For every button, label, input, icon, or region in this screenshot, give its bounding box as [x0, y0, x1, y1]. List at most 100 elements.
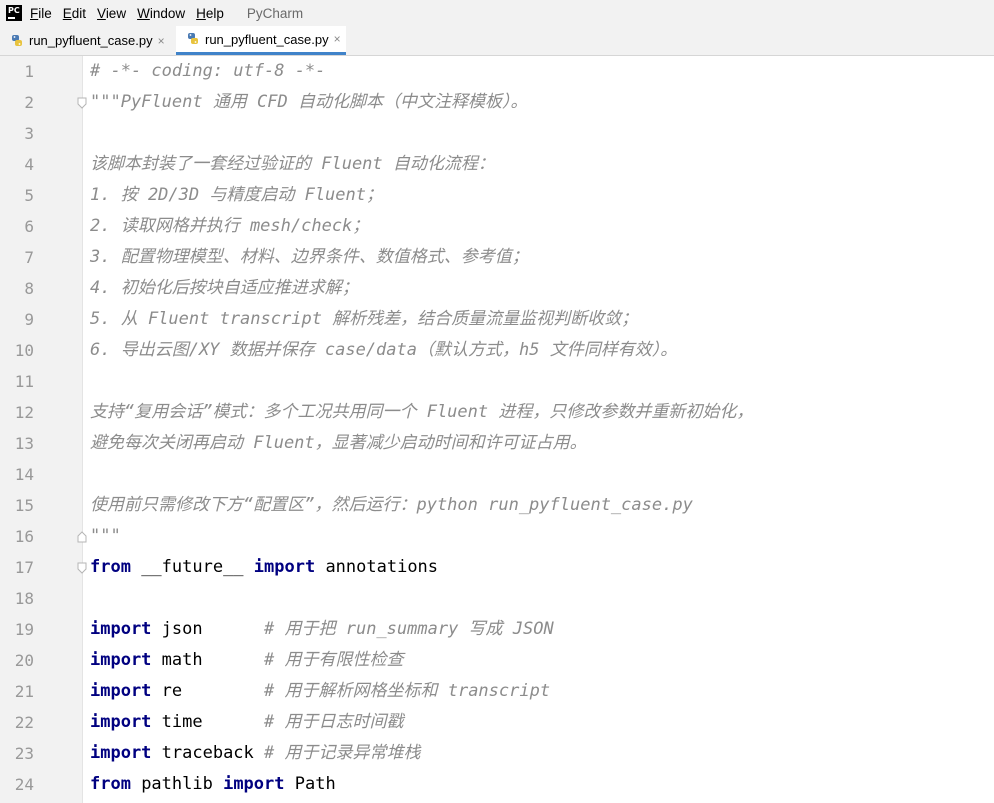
- fold-marker-icon[interactable]: [77, 562, 87, 574]
- menu-window-mnemonic: W: [137, 5, 150, 21]
- menu-file-label: ile: [38, 5, 52, 21]
- line-number: 16: [14, 527, 34, 546]
- line-number: 5: [24, 186, 34, 205]
- keyword-token: import: [90, 743, 152, 763]
- code-line[interactable]: import math # 用于有限性检查: [90, 645, 404, 676]
- code-line[interactable]: import time # 用于日志时间戳: [90, 707, 404, 738]
- line-number-gutter[interactable]: 1 2 3 4 5 6 7 8 9 10 11 12 13 14 15 16 17 18 19 20 21 22 23 24: [0, 56, 83, 803]
- code-line[interactable]: from __future__ import annotations: [90, 552, 438, 583]
- line-number: 2: [24, 93, 34, 112]
- code-line[interactable]: 支持“复用会话”模式：多个工况共用同一个 Fluent 进程，只修改参数并重新初…: [90, 397, 753, 428]
- code-line[interactable]: """PyFluent 通用 CFD 自动化脚本（中文注释模板）。: [90, 87, 528, 118]
- code-line[interactable]: 6. 导出云图/XY 数据并保存 case/data（默认方式，h5 文件同样有…: [90, 335, 677, 366]
- comment-token: # -*- coding: utf-8 -*-: [90, 61, 326, 81]
- menu-view[interactable]: View: [97, 6, 126, 21]
- keyword-token: import: [90, 650, 152, 670]
- editor-tab-2[interactable]: run_pyfluent_case.py ×: [176, 26, 346, 55]
- code-line[interactable]: from pathlib import Path: [90, 769, 336, 800]
- identifier-token: time: [151, 712, 265, 732]
- line-number: 12: [14, 403, 34, 422]
- line-number: 7: [24, 248, 34, 267]
- menu-edit-mnemonic: E: [62, 5, 72, 21]
- identifier-token: Path: [284, 774, 336, 794]
- line-number: 17: [14, 558, 34, 577]
- code-line[interactable]: import json # 用于把 run_summary 写成 JSON: [90, 614, 554, 645]
- tab-label: run_pyfluent_case.py: [29, 33, 153, 48]
- menu-help-mnemonic: H: [196, 5, 206, 21]
- menu-help[interactable]: Help: [196, 6, 224, 21]
- keyword-token: import: [90, 681, 152, 701]
- line-number: 19: [14, 620, 34, 639]
- code-line[interactable]: """: [90, 521, 121, 552]
- identifier-token: re: [151, 681, 265, 701]
- code-line[interactable]: 5. 从 Fluent transcript 解析残差，结合质量流量监视判断收敛…: [90, 304, 638, 335]
- comment-token: 该脚本封装了一套经过验证的 Fluent 自动化流程：: [90, 154, 495, 174]
- line-number: 9: [24, 310, 34, 329]
- comment-token: 3. 配置物理模型、材料、边界条件、数值格式、参考值；: [90, 247, 529, 267]
- menu-view-label: iew: [105, 5, 127, 21]
- comment-token: """: [90, 526, 121, 546]
- line-number: 24: [14, 775, 34, 794]
- close-icon[interactable]: ×: [158, 34, 165, 48]
- line-number: 22: [14, 713, 34, 732]
- tab-label: run_pyfluent_case.py: [205, 31, 329, 47]
- code-line[interactable]: import traceback # 用于记录异常堆栈: [90, 738, 421, 769]
- comment-token: 2. 读取网格并执行 mesh/check；: [90, 216, 370, 236]
- line-number: 8: [24, 279, 34, 298]
- fold-marker-icon[interactable]: [77, 97, 87, 109]
- comment-token: 支持“复用会话”模式：多个工况共用同一个 Fluent 进程，只修改参数并重新初…: [90, 402, 754, 422]
- code-line[interactable]: 2. 读取网格并执行 mesh/check；: [90, 211, 369, 242]
- menu-view-mnemonic: V: [97, 5, 106, 21]
- keyword-token: from: [90, 557, 131, 577]
- code-line[interactable]: 1. 按 2D/3D 与精度启动 Fluent；: [90, 180, 383, 211]
- line-number: 10: [14, 341, 34, 360]
- line-number: 4: [24, 155, 34, 174]
- code-line[interactable]: # -*- coding: utf-8 -*-: [90, 56, 325, 87]
- comment-token: 6. 导出云图/XY 数据并保存 case/data（默认方式，h5 文件同样有…: [90, 340, 678, 360]
- line-number: 3: [24, 124, 34, 143]
- line-number: 13: [14, 434, 34, 453]
- editor-tab-bar: run_pyfluent_case.py × run_pyfluent_case…: [0, 26, 994, 56]
- logo-text: PC: [8, 6, 20, 15]
- app-title: PyCharm: [246, 5, 304, 21]
- identifier-token: __future__: [130, 557, 254, 577]
- line-number: 1: [24, 62, 34, 81]
- comment-token: # 用于日志时间戳: [264, 712, 404, 732]
- keyword-token: import: [90, 712, 152, 732]
- menu-file[interactable]: File: [30, 6, 52, 21]
- comment-token: # 用于有限性检查: [264, 650, 404, 670]
- code-line[interactable]: 使用前只需修改下方“配置区”，然后运行：python run_pyfluent_…: [90, 490, 693, 521]
- menu-bar: PC File Edit View Window Help PyCharm: [0, 0, 994, 26]
- editor-tab-1[interactable]: run_pyfluent_case.py ×: [10, 26, 170, 55]
- comment-token: # 用于记录异常堆栈: [264, 743, 421, 763]
- comment-token: # 用于解析网格坐标和 transcript: [264, 681, 551, 701]
- menu-help-label: elp: [205, 5, 224, 21]
- line-number: 14: [14, 465, 34, 484]
- menu-edit[interactable]: Edit: [63, 6, 86, 21]
- comment-token: 使用前只需修改下方“配置区”，然后运行：python run_pyfluent_…: [90, 495, 693, 515]
- code-line[interactable]: 避免每次关闭再启动 Fluent，显著减少启动时间和许可证占用。: [90, 428, 587, 459]
- code-line[interactable]: 4. 初始化后按块自适应推进求解；: [90, 273, 359, 304]
- identifier-token: math: [151, 650, 265, 670]
- identifier-token: pathlib: [130, 774, 224, 794]
- code-line[interactable]: import re # 用于解析网格坐标和 transcript: [90, 676, 550, 707]
- comment-token: 4. 初始化后按块自适应推进求解；: [90, 278, 359, 298]
- line-number: 20: [14, 651, 34, 670]
- menu-edit-label: dit: [71, 5, 87, 21]
- identifier-token: traceback: [151, 743, 265, 763]
- line-number: 6: [24, 217, 34, 236]
- close-icon[interactable]: ×: [334, 32, 341, 46]
- comment-token: 5. 从 Fluent transcript 解析残差，结合质量流量监视判断收敛…: [90, 309, 639, 329]
- menu-file-mnemonic: F: [30, 5, 39, 21]
- keyword-token: import: [253, 557, 316, 577]
- code-editor[interactable]: 1 2 3 4 5 6 7 8 9 10 11 12 13 14 15 16 17 18 19 20 21 22 23 24 …: [0, 56, 994, 803]
- menu-window[interactable]: Window: [137, 6, 185, 21]
- code-line[interactable]: 3. 配置物理模型、材料、边界条件、数值格式、参考值；: [90, 242, 529, 273]
- fold-marker-icon[interactable]: [77, 531, 87, 543]
- keyword-token: import: [90, 619, 152, 639]
- line-number: 18: [14, 589, 34, 608]
- code-line[interactable]: 该脚本封装了一套经过验证的 Fluent 自动化流程：: [90, 149, 495, 180]
- python-file-icon: [186, 32, 200, 46]
- line-number: 11: [14, 372, 34, 391]
- comment-token: # 用于把 run_summary 写成 JSON: [264, 619, 554, 639]
